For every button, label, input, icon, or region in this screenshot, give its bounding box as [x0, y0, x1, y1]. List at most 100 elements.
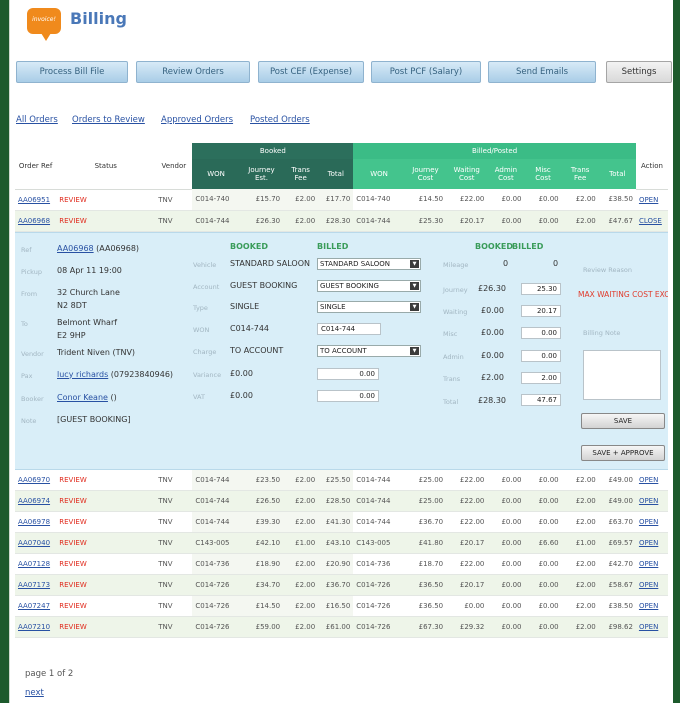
row-action-link[interactable]: CLOSE	[639, 217, 662, 225]
row-action-link[interactable]: OPEN	[639, 602, 658, 610]
order-ref-link[interactable]: AA07210	[18, 623, 50, 631]
detail-ref-link[interactable]: AA06968	[57, 244, 94, 253]
booked-group-header: Booked	[192, 143, 354, 159]
cell-b_tf: £2.00	[283, 210, 319, 232]
order-ref-link[interactable]: AA06951	[18, 196, 50, 204]
pagination-status: page 1 of 2	[25, 669, 74, 679]
cell-ref: AA06974	[15, 490, 57, 512]
cell-action: OPEN	[635, 469, 668, 491]
account-select[interactable]: GUEST BOOKING ▼	[317, 279, 421, 292]
next-page-link[interactable]: next	[25, 688, 44, 698]
table-row: AA06970 REVIEW TNV C014-744 £23.50 £2.00 £25.5…	[15, 469, 668, 491]
admin-booked: £0.00	[481, 350, 504, 360]
cell-b_won: C014-740	[192, 189, 240, 211]
table-row: AA07040 REVIEW TNV C143-005 £42.10 £1.00 £43.1…	[15, 532, 668, 554]
cell-b_tot: £36.70	[318, 574, 354, 596]
waiting-input[interactable]: 20.17	[521, 304, 561, 317]
col-booked-2[interactable]: Trans Fee	[283, 159, 319, 189]
pax-link[interactable]: lucy richards	[57, 370, 108, 379]
order-ref-link[interactable]: AA07128	[18, 560, 50, 568]
filter-all-orders[interactable]: All Orders	[16, 115, 58, 125]
cell-vendor: TNV	[155, 553, 193, 575]
row-action-link[interactable]: OPEN	[639, 497, 658, 505]
cell-b_je: £26.50	[239, 490, 284, 512]
chevron-down-icon: ▼	[410, 346, 419, 355]
filter-orders-to-review[interactable]: Orders to Review	[72, 115, 145, 125]
col-billed-3[interactable]: Admin Cost	[487, 159, 525, 189]
col-billed-4[interactable]: Misc Cost	[524, 159, 562, 189]
vat-input[interactable]: 0.00	[317, 389, 379, 402]
save-button[interactable]: SAVE	[581, 412, 665, 429]
filter-posted-orders[interactable]: Posted Orders	[250, 115, 310, 125]
booker-link[interactable]: Conor Keane	[57, 393, 108, 402]
settings-button[interactable]: Settings	[606, 61, 672, 83]
detail-to-line2: E2 9HP	[57, 330, 86, 340]
cell-p_wc: £20.17	[446, 532, 488, 554]
table-row: AA06974 REVIEW TNV C014-744 £26.50 £2.00 £28.5…	[15, 490, 668, 512]
order-ref-link[interactable]: AA07173	[18, 581, 50, 589]
detail-from-line1: 32 Church Lane	[57, 287, 120, 297]
table-row: AA07128 REVIEW TNV C014-736 £18.90 £2.00 £20.9…	[15, 553, 668, 575]
cell-vendor: TNV	[155, 490, 193, 512]
vehicle-select[interactable]: STANDARD SALOON ▼	[317, 257, 421, 270]
post-pcf-button[interactable]: Post PCF (Salary)	[371, 61, 481, 83]
total-input[interactable]: 47.67	[521, 393, 561, 406]
row-action-link[interactable]: OPEN	[639, 518, 658, 526]
cell-b_tf: £1.00	[283, 532, 319, 554]
cell-status: REVIEW	[56, 616, 156, 638]
cell-ref: AA07128	[15, 553, 57, 575]
cell-b_won: C014-744	[192, 210, 240, 232]
col-status[interactable]: Status	[56, 143, 156, 190]
col-billed-5[interactable]: Trans Fee	[561, 159, 599, 189]
order-ref-link[interactable]: AA07247	[18, 602, 50, 610]
cell-action: OPEN	[635, 511, 668, 533]
detail-to-line1: Belmont Wharf	[57, 317, 118, 327]
label-vehicle: Vehicle	[193, 260, 217, 269]
order-ref-link[interactable]: AA06978	[18, 518, 50, 526]
order-ref-link[interactable]: AA06974	[18, 497, 50, 505]
col-billed-6[interactable]: Total	[598, 159, 636, 189]
post-cef-button[interactable]: Post CEF (Expense)	[258, 61, 364, 83]
row-action-link[interactable]: OPEN	[639, 539, 658, 547]
col-booked-3[interactable]: Total	[318, 159, 354, 189]
journey-input[interactable]: 25.30	[521, 282, 561, 295]
col-billed-0[interactable]: WON	[353, 159, 405, 189]
col-order-ref[interactable]: Order Ref	[15, 143, 57, 190]
review-orders-button[interactable]: Review Orders	[136, 61, 250, 83]
admin-input[interactable]: 0.00	[521, 349, 561, 362]
cell-p_jc: £36.50	[404, 595, 447, 617]
billing-note-input[interactable]	[583, 349, 661, 400]
cell-b_tf: £2.00	[283, 574, 319, 596]
row-action-link[interactable]: OPEN	[639, 560, 658, 568]
row-action-link[interactable]: OPEN	[639, 196, 658, 204]
filter-approved-orders[interactable]: Approved Orders	[161, 115, 233, 125]
col-vendor[interactable]: Vendor	[155, 143, 193, 190]
misc-input[interactable]: 0.00	[521, 326, 561, 339]
row-action-link[interactable]: OPEN	[639, 476, 658, 484]
col-booked-1[interactable]: Journey Est.	[239, 159, 284, 189]
save-approve-button[interactable]: SAVE + APPROVE	[581, 444, 665, 461]
charge-select[interactable]: TO ACCOUNT ▼	[317, 344, 421, 357]
cell-status: REVIEW	[56, 490, 156, 512]
cell-b_won: C014-744	[192, 490, 240, 512]
cell-b_tot: £28.50	[318, 490, 354, 512]
process-bill-file-button[interactable]: Process Bill File	[16, 61, 128, 83]
type-select[interactable]: SINGLE ▼	[317, 300, 421, 313]
col-billed-2[interactable]: Waiting Cost	[446, 159, 488, 189]
order-ref-link[interactable]: AA06968	[18, 217, 50, 225]
cell-p_jc: £36.70	[404, 511, 447, 533]
trans-input[interactable]: 2.00	[521, 371, 561, 384]
detail-note: [GUEST BOOKING]	[57, 414, 131, 424]
col-booked-0[interactable]: WON	[192, 159, 240, 189]
order-ref-link[interactable]: AA06970	[18, 476, 50, 484]
variance-input[interactable]: 0.00	[317, 367, 379, 380]
col-billed-1[interactable]: Journey Cost	[404, 159, 447, 189]
won-input[interactable]: C014-744	[317, 322, 381, 335]
send-emails-button[interactable]: Send Emails	[488, 61, 596, 83]
row-action-link[interactable]: OPEN	[639, 581, 658, 589]
order-ref-link[interactable]: AA07040	[18, 539, 50, 547]
cell-p_jc: £25.00	[404, 490, 447, 512]
cell-ref: AA07040	[15, 532, 57, 554]
page-title: Billing	[70, 9, 127, 28]
row-action-link[interactable]: OPEN	[639, 623, 658, 631]
